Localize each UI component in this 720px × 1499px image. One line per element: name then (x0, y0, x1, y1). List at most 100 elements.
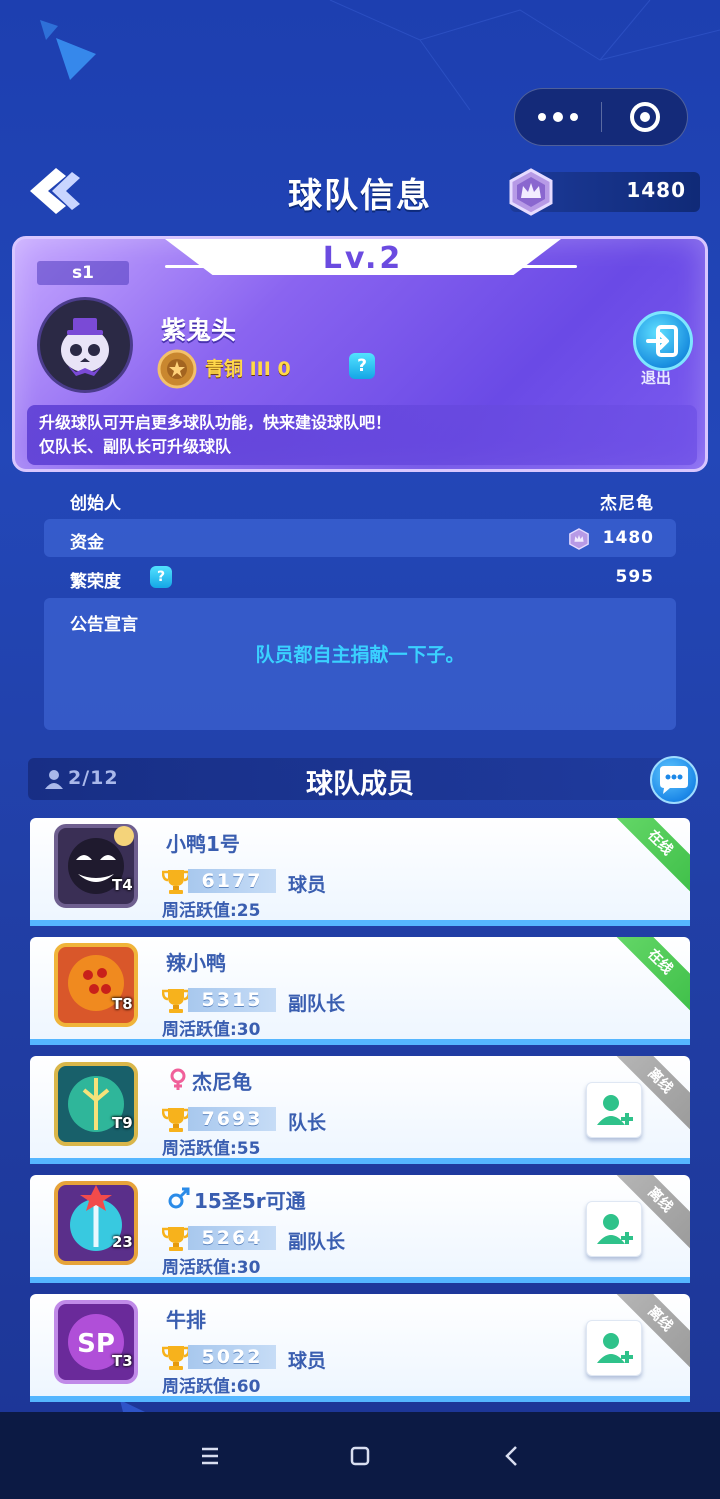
back-nav-button[interactable] (494, 1438, 530, 1474)
target-icon (629, 102, 660, 132)
female-icon (168, 1068, 188, 1096)
founder-value: 杰尼龟 (600, 494, 654, 514)
home-nav-button[interactable] (342, 1438, 378, 1474)
online-status-ribbon: 在线 (608, 937, 690, 1014)
member-role: 球员 (288, 1350, 327, 1372)
member-card[interactable]: SP T3 牛排 5022 球员 周活跃值:60 离线 (30, 1294, 690, 1402)
announcement-text: 队员都自主捐献一下子。 (255, 644, 465, 666)
level-banner: Lv.2 (165, 239, 561, 275)
member-name: 小鸭1号 (166, 832, 240, 856)
member-name: 杰尼龟 (192, 1070, 252, 1094)
svg-text:SP: SP (77, 1329, 115, 1359)
team-name: 紫鬼头 (161, 316, 237, 345)
member-level: T9 (112, 1114, 133, 1132)
more-menu-button[interactable] (515, 89, 601, 145)
members-title: 球队成员 (306, 769, 414, 800)
exit-icon (646, 325, 678, 357)
prosperity-help-icon[interactable]: ? (150, 566, 172, 588)
exit-team-button[interactable] (633, 311, 693, 371)
member-avatar: SP (54, 1300, 138, 1384)
add-friend-button[interactable] (586, 1320, 642, 1376)
member-card[interactable]: T8 辣小鸭 5315 副队长 周活跃值:30 在线 (30, 937, 690, 1045)
more-icon-dot (538, 113, 546, 121)
member-role: 副队长 (288, 993, 346, 1015)
chat-bubble-icon (660, 766, 688, 794)
crown-coin-icon (568, 528, 590, 555)
back-chevron-icon (505, 1446, 517, 1466)
member-card[interactable]: T4 小鸭1号 6177 球员 周活跃值:25 在线 (30, 818, 690, 926)
trophy-icon (162, 1227, 190, 1251)
skull-emblem-icon (61, 318, 109, 376)
add-friend-button[interactable] (586, 1201, 642, 1257)
founder-label: 创始人 (70, 494, 121, 514)
bronze-rank-icon (157, 349, 197, 389)
prosperity-label: 繁荣度 (70, 572, 121, 592)
member-level: T3 (112, 1352, 133, 1370)
upgrade-notice: 升级球队可开启更多球队功能，快来建设球队吧！ 仅队长、副队长可升级球队 (27, 405, 697, 465)
more-icon-dot (553, 112, 563, 122)
funds-row: 资金 1480 (44, 519, 676, 557)
prosperity-value: 595 (615, 567, 654, 587)
member-name: 辣小鸭 (166, 951, 226, 975)
rank-text: 青铜 III 0 (205, 358, 291, 380)
member-avatar (54, 943, 138, 1027)
season-tag: s1 (37, 261, 129, 285)
funds-value: 1480 (602, 528, 654, 548)
rank-help-icon[interactable]: ? (349, 353, 375, 379)
add-friend-button[interactable] (586, 1082, 642, 1138)
team-avatar (37, 297, 133, 393)
male-icon (168, 1187, 190, 1213)
member-level: 23 (112, 1233, 133, 1251)
more-icon-dot (570, 113, 578, 121)
announcement-label: 公告宣言 (70, 615, 138, 635)
crown-coin-icon (508, 168, 554, 216)
member-role: 副队长 (288, 1231, 346, 1253)
add-friend-icon (597, 1333, 633, 1363)
member-score: 7693 (188, 1107, 276, 1131)
member-level: T4 (112, 876, 133, 894)
prosperity-row: 繁荣度 ? 595 (44, 558, 676, 596)
member-card[interactable]: 23 15圣5r可通 5264 副队长 周活跃值:30 离线 (30, 1175, 690, 1283)
member-name: 15圣5r可通 (194, 1189, 306, 1213)
close-miniprogram-button[interactable] (602, 102, 687, 132)
member-avatar (54, 824, 138, 908)
menu-icon (202, 1447, 218, 1465)
trophy-icon (162, 1108, 190, 1132)
member-role: 队长 (288, 1112, 327, 1134)
system-navigation-bar (0, 1412, 720, 1499)
coin-balance-value: 1480 (626, 178, 686, 202)
add-friend-icon (597, 1095, 633, 1125)
member-name: 牛排 (166, 1308, 206, 1332)
team-level: Lv.2 (322, 241, 404, 276)
member-role: 球员 (288, 874, 327, 896)
funds-label: 资金 (70, 533, 104, 553)
founder-row: 创始人 杰尼龟 (44, 480, 676, 518)
member-activity: 周活跃值:30 (162, 1258, 261, 1278)
member-card[interactable]: T9 杰尼龟 7693 队长 周活跃值:55 离线 (30, 1056, 690, 1164)
member-avatar (54, 1181, 138, 1265)
team-chat-button[interactable] (650, 756, 698, 804)
member-activity: 周活跃值:55 (162, 1139, 261, 1159)
member-activity: 周活跃值:60 (162, 1377, 261, 1397)
trophy-icon (162, 989, 190, 1013)
member-activity: 周活跃值:30 (162, 1020, 261, 1040)
notice-line-1: 升级球队可开启更多球队功能，快来建设球队吧！ (39, 413, 392, 432)
members-header: 2/12 球队成员 (28, 758, 692, 800)
miniprogram-capsule (514, 88, 688, 146)
member-score: 5264 (188, 1226, 276, 1250)
team-card: Lv.2 s1 紫鬼头 青铜 III 0 ? 退出 升级球队可开启更多球队功能，… (12, 236, 708, 472)
member-level: T8 (112, 995, 133, 1013)
member-avatar (54, 1062, 138, 1146)
add-friend-icon (597, 1214, 633, 1244)
member-score: 5315 (188, 988, 276, 1012)
member-score: 5022 (188, 1345, 276, 1369)
notice-line-2: 仅队长、副队长可升级球队 (39, 437, 232, 456)
online-status-ribbon: 在线 (608, 818, 690, 895)
trophy-icon (162, 1346, 190, 1370)
announcement-box: 公告宣言 队员都自主捐献一下子。 (44, 598, 676, 730)
member-score: 6177 (188, 869, 276, 893)
member-activity: 周活跃值:25 (162, 901, 261, 921)
menu-nav-button[interactable] (192, 1438, 228, 1474)
trophy-icon (162, 870, 190, 894)
exit-label: 退出 (641, 369, 672, 387)
